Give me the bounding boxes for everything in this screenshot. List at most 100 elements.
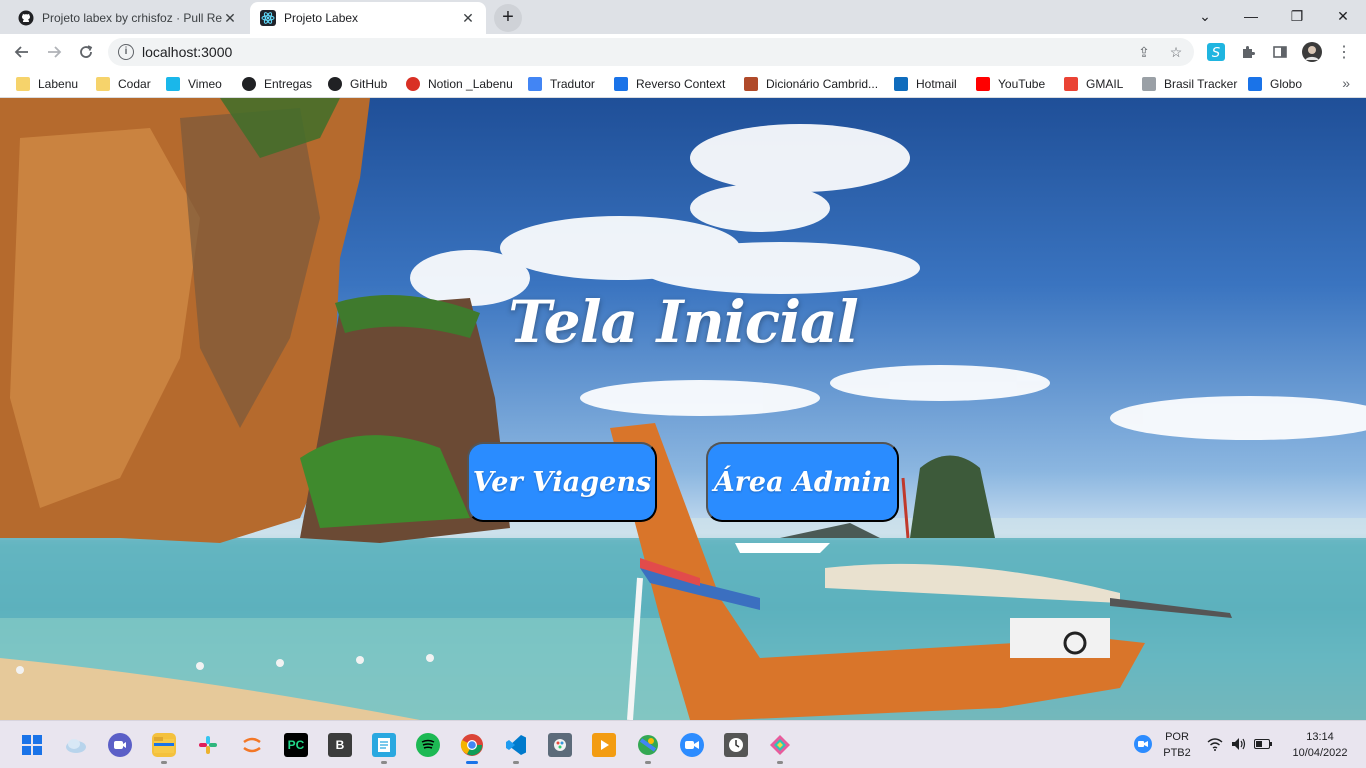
- close-window-button[interactable]: ✕: [1320, 0, 1366, 32]
- menu-kebab-icon[interactable]: ⋮: [1334, 42, 1354, 62]
- side-panel-icon[interactable]: [1270, 42, 1290, 62]
- vscode-running-indicator: [513, 761, 519, 764]
- bookmark-label: YouTube: [998, 77, 1046, 91]
- admin-area-button[interactable]: Área Admin: [706, 442, 899, 522]
- start-icon[interactable]: [20, 733, 44, 757]
- bookmark-label: Entregas: [264, 77, 313, 91]
- slack-icon[interactable]: [196, 733, 220, 757]
- share-icon[interactable]: ⇪: [1136, 44, 1152, 60]
- bookmark-star-icon[interactable]: ☆: [1168, 44, 1184, 60]
- reload-button[interactable]: [72, 38, 100, 66]
- bookmark-item[interactable]: Reverso Context: [614, 75, 725, 93]
- sourcetree-icon[interactable]: [768, 733, 792, 757]
- react-icon: [260, 10, 276, 26]
- sourcetree-running-indicator: [777, 761, 783, 764]
- circle-icon: [242, 77, 256, 91]
- reload-icon: [80, 45, 93, 58]
- gmail-icon: [1064, 77, 1078, 91]
- notepad-running-indicator: [381, 761, 387, 764]
- bookmark-item[interactable]: Tradutor: [528, 75, 595, 93]
- media-icon[interactable]: [592, 733, 616, 757]
- wifi-icon[interactable]: [1206, 735, 1224, 753]
- bookmark-item[interactable]: Entregas: [242, 75, 312, 93]
- maps-icon[interactable]: [636, 733, 660, 757]
- bookmark-item[interactable]: Codar: [96, 75, 151, 93]
- bookmark-item[interactable]: Notion _Labenu: [406, 75, 513, 93]
- address-bar[interactable]: i localhost:3000 ⇪ ☆: [108, 38, 1194, 66]
- profile-avatar[interactable]: [1302, 42, 1322, 62]
- pycharm-icon[interactable]: PC: [284, 733, 308, 757]
- view-trips-button[interactable]: Ver Viagens: [467, 442, 657, 522]
- maps-running-indicator: [645, 761, 651, 764]
- svg-text:S: S: [1212, 46, 1220, 61]
- close-tab-icon[interactable]: ✕: [460, 10, 476, 26]
- bookmark-label: GMAIL: [1086, 77, 1124, 91]
- back-button[interactable]: [8, 38, 36, 66]
- clock-date[interactable]: 10/04/2022: [1280, 747, 1360, 759]
- chrome-icon[interactable]: [460, 733, 484, 757]
- minimize-button[interactable]: —: [1228, 0, 1274, 32]
- vimeo-icon: [166, 77, 180, 91]
- bookmark-label: Reverso Context: [636, 77, 726, 91]
- lock-icon: [1142, 77, 1156, 91]
- beach-background-image: [0, 98, 1366, 720]
- volume-icon[interactable]: [1230, 735, 1248, 753]
- bookmark-item[interactable]: YouTube: [976, 75, 1045, 93]
- bookmark-item[interactable]: Brasil Tracker: [1142, 75, 1237, 93]
- windows-taskbar: PC B POR PTB2 13:14 10/04/2022: [0, 720, 1366, 768]
- bookmarks-bar: Labenu Codar Vimeo Entregas GitHub Notion _La…: [0, 70, 1366, 98]
- folder-icon: [16, 77, 30, 91]
- extensions-puzzle-icon[interactable]: [1238, 42, 1258, 62]
- b-app-icon[interactable]: B: [328, 733, 352, 757]
- bookmark-item[interactable]: Vimeo: [166, 75, 222, 93]
- jupyter-icon[interactable]: [240, 733, 264, 757]
- tab-pull-request[interactable]: Projeto labex by crhisfoz · Pull Re ✕: [8, 2, 248, 34]
- zoom-icon[interactable]: [680, 733, 704, 757]
- explorer-running-indicator: [161, 761, 167, 764]
- clock-time[interactable]: 13:14: [1280, 731, 1360, 743]
- extension-s-icon[interactable]: S: [1206, 42, 1226, 62]
- bookmarks-overflow-button[interactable]: »: [1342, 75, 1350, 91]
- keyboard-layout-indicator[interactable]: PTB2: [1160, 747, 1194, 759]
- battery-icon[interactable]: [1254, 735, 1272, 753]
- tab-search-button[interactable]: ⌄: [1182, 0, 1228, 32]
- page-title: Tela Inicial: [508, 288, 859, 356]
- close-tab-icon[interactable]: ✕: [222, 10, 238, 26]
- bookmark-label: Globo: [1270, 77, 1303, 91]
- bookmark-label: Hotmail: [916, 77, 957, 91]
- vscode-icon[interactable]: [504, 733, 528, 757]
- cambridge-icon: [744, 77, 758, 91]
- zoom-tray-icon[interactable]: [1134, 735, 1152, 753]
- bookmark-item[interactable]: GMAIL: [1064, 75, 1123, 93]
- bookmark-label: Vimeo: [188, 77, 222, 91]
- notepad-icon[interactable]: [372, 733, 396, 757]
- bookmark-label: Brasil Tracker: [1164, 77, 1238, 91]
- forward-button[interactable]: [40, 38, 68, 66]
- bookmark-item[interactable]: Hotmail: [894, 75, 957, 93]
- language-indicator[interactable]: POR: [1160, 731, 1194, 743]
- github-icon: [328, 77, 342, 91]
- weather-icon[interactable]: [64, 733, 88, 757]
- reverso-icon: [614, 77, 628, 91]
- browser-toolbar: i localhost:3000 ⇪ ☆ S ⋮: [0, 34, 1366, 70]
- bookmark-label: Tradutor: [550, 77, 595, 91]
- site-info-icon[interactable]: i: [118, 44, 134, 60]
- bookmark-item[interactable]: Globo: [1248, 75, 1302, 93]
- bookmark-label: Dicionário Cambrid...: [766, 77, 879, 91]
- bookmark-item[interactable]: Labenu: [16, 75, 78, 93]
- bookmark-item[interactable]: GitHub: [328, 75, 387, 93]
- translate-icon: [528, 77, 542, 91]
- tab-projeto-labex[interactable]: Projeto Labex ✕: [250, 2, 486, 34]
- paint-icon[interactable]: [548, 733, 572, 757]
- restore-button[interactable]: ❐: [1274, 0, 1320, 32]
- github-icon: [18, 10, 34, 26]
- spotify-icon[interactable]: [416, 733, 440, 757]
- teams-icon[interactable]: [108, 733, 132, 757]
- bookmark-item[interactable]: Dicionário Cambrid...: [744, 75, 878, 93]
- new-tab-button[interactable]: +: [494, 4, 522, 32]
- chrome-active-indicator: [466, 761, 478, 764]
- url-text[interactable]: localhost:3000: [142, 44, 232, 60]
- globo-icon: [1248, 77, 1262, 91]
- explorer-icon[interactable]: [152, 733, 176, 757]
- clock-icon[interactable]: [724, 733, 748, 757]
